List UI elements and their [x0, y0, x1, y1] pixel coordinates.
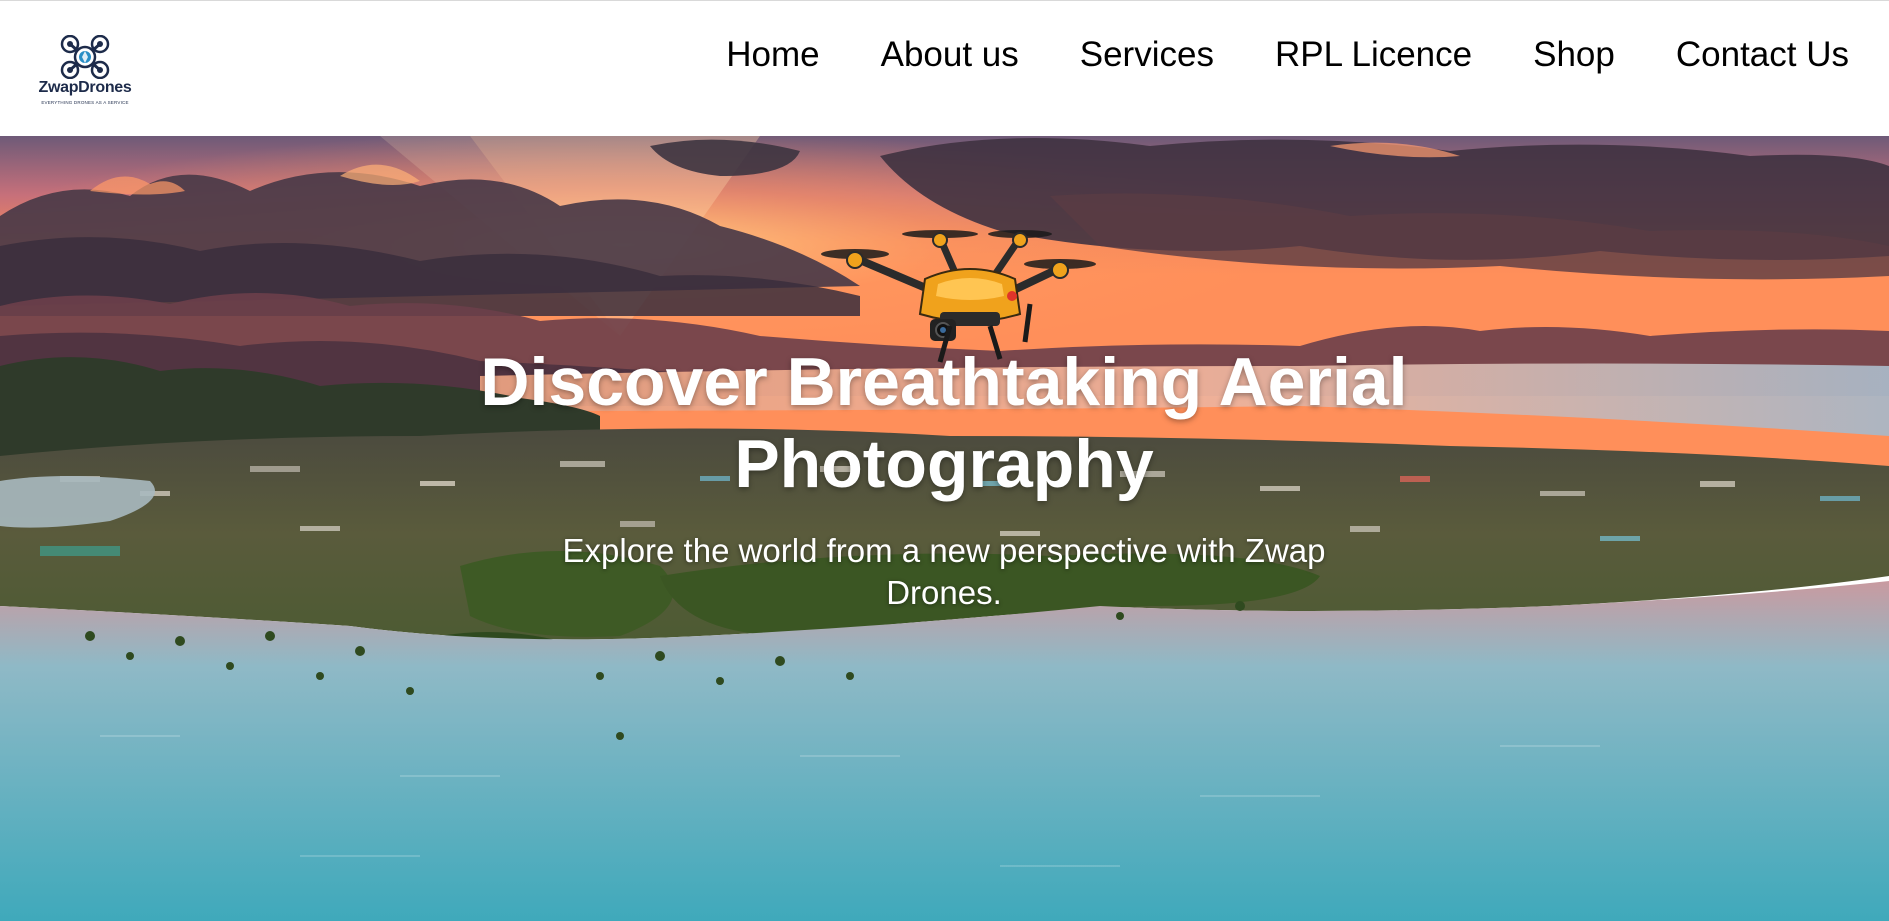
nav-shop-link[interactable]: Shop	[1533, 33, 1615, 77]
main-nav: Home About us Services RPL Licence Shop …	[726, 33, 1849, 77]
nav-about-link[interactable]: About us	[881, 33, 1019, 77]
page: ZwapDrones EVERYTHING DRONES AS A SERVIC…	[0, 0, 1889, 921]
brand-name: ZwapDrones	[38, 79, 132, 96]
nav-home-link[interactable]: Home	[726, 33, 819, 77]
drone-logo-icon	[60, 35, 110, 79]
site-header: ZwapDrones EVERYTHING DRONES AS A SERVIC…	[0, 0, 1889, 136]
nav-rpl-licence-link[interactable]: RPL Licence	[1275, 33, 1472, 77]
hero-title: Discover Breathtaking Aerial Photography	[480, 344, 1408, 502]
hero-subtitle: Explore the world from a new perspective…	[562, 532, 1326, 611]
hero-section: Discover Breathtaking Aerial Photography…	[0, 136, 1889, 921]
nav-contact-link[interactable]: Contact Us	[1676, 33, 1849, 77]
brand-tagline: EVERYTHING DRONES AS A SERVICE	[41, 100, 129, 105]
nav-services-link[interactable]: Services	[1080, 33, 1214, 77]
brand-logo-link[interactable]: ZwapDrones EVERYTHING DRONES AS A SERVIC…	[30, 29, 140, 109]
